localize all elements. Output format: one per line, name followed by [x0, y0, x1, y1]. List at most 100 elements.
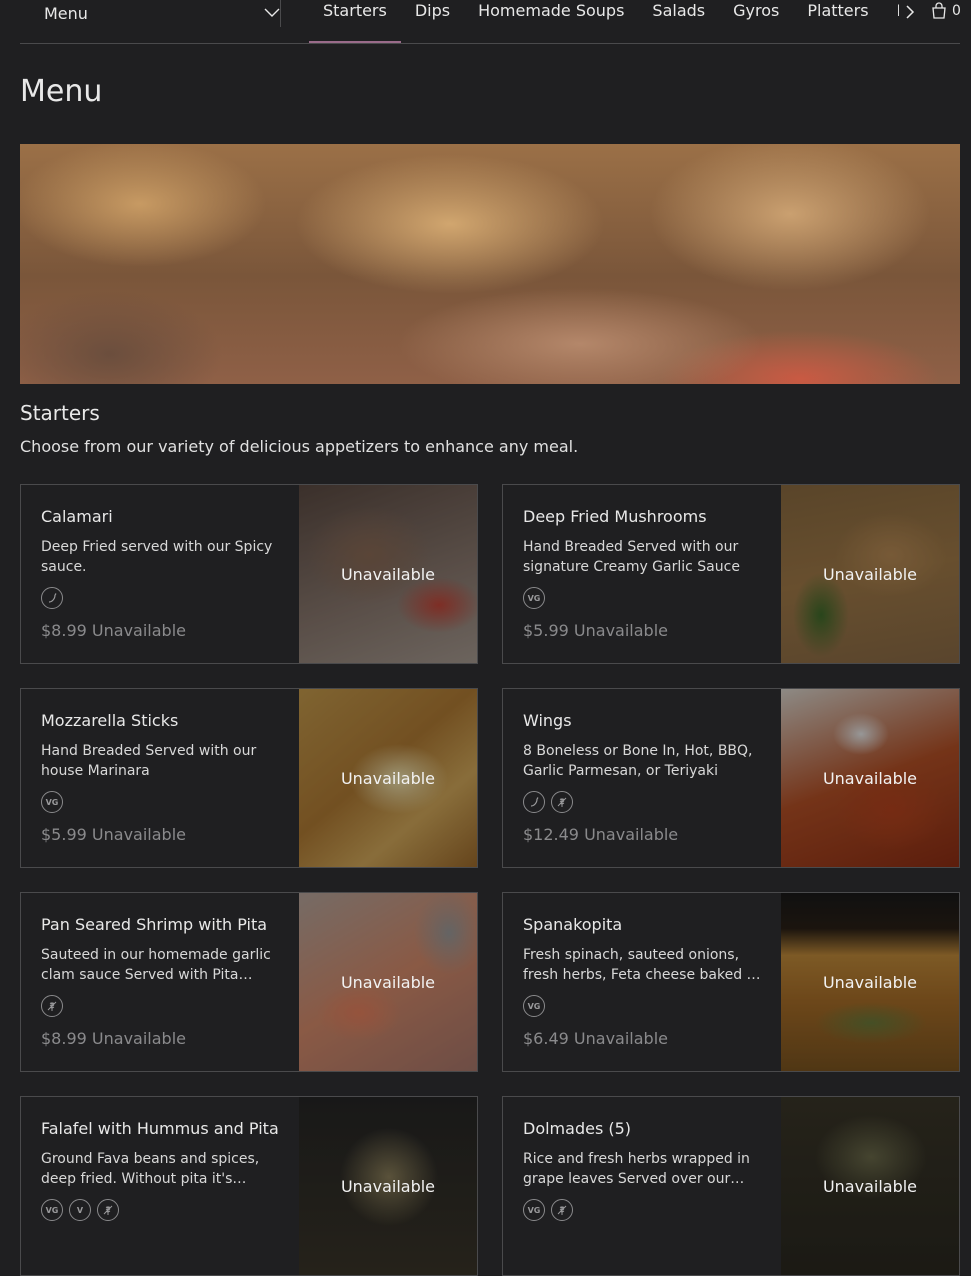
- dietary-badges: VG: [523, 587, 545, 609]
- price-status: $6.49 Unavailable: [523, 1029, 668, 1048]
- vegetarian-badge: VG: [523, 587, 545, 609]
- page-title: Menu: [20, 74, 103, 109]
- menu-selector-label: Menu: [44, 3, 88, 23]
- item-description: Deep Fried served with our Spicy sauce.: [41, 539, 273, 575]
- item-price: $12.49: [523, 825, 579, 844]
- item-status: Unavailable: [91, 621, 186, 640]
- item-image: Unavailable: [781, 1097, 959, 1275]
- vegetarian-badge: VG: [523, 995, 545, 1017]
- dietary-badges: VG: [523, 995, 545, 1017]
- item-name: Spanakopita: [523, 915, 623, 934]
- spicy-icon: [41, 587, 63, 609]
- shopping-bag-icon: [932, 2, 946, 19]
- dietary-badges: [523, 791, 573, 813]
- item-image: Unavailable: [781, 893, 959, 1071]
- menu-item-card[interactable]: Deep Fried Mushrooms Hand Breaded Served …: [502, 484, 960, 664]
- unavailable-label: Unavailable: [340, 564, 436, 584]
- unavailable-overlay: Unavailable: [299, 485, 477, 663]
- cart-count: 0: [952, 3, 961, 19]
- unavailable-overlay: Unavailable: [299, 689, 477, 867]
- unavailable-overlay: Unavailable: [781, 1097, 959, 1275]
- price-status: $12.49 Unavailable: [523, 825, 678, 844]
- item-price: $8.99: [41, 621, 87, 640]
- tab-starters[interactable]: Starters: [309, 0, 401, 43]
- menu-item-card[interactable]: Pan Seared Shrimp with Pita Sauteed in ou…: [20, 892, 478, 1072]
- tab-dips[interactable]: Dips: [401, 0, 464, 43]
- gluten-free-icon: [551, 1199, 573, 1221]
- item-description: Sauteed in our homemade garlic clam sauc…: [41, 947, 271, 983]
- unavailable-label: Unavailable: [822, 1176, 918, 1196]
- vegetarian-badge: VG: [523, 1199, 545, 1221]
- dietary-badges: [41, 587, 63, 609]
- item-description: Fresh spinach, sauteed onions, fresh her…: [523, 947, 760, 983]
- item-description: Rice and fresh herbs wrapped in grape le…: [523, 1151, 750, 1187]
- menu-item-card[interactable]: Wings 8 Boneless or Bone In, Hot, BBQ, Ga…: [502, 688, 960, 868]
- unavailable-label: Unavailable: [340, 972, 436, 992]
- hero-image: [20, 144, 960, 384]
- item-image: Unavailable: [299, 1097, 477, 1275]
- item-description: 8 Boneless or Bone In, Hot, BBQ, Garlic …: [523, 743, 753, 779]
- dietary-badges: VG: [41, 791, 63, 813]
- nav-divider: [280, 0, 281, 27]
- vegetarian-badge: VG: [41, 1199, 63, 1221]
- item-description: Hand Breaded Served with our house Marin…: [41, 743, 257, 779]
- dietary-badges: [41, 995, 63, 1017]
- price-status: $8.99 Unavailable: [41, 1029, 186, 1048]
- unavailable-overlay: Unavailable: [781, 893, 959, 1071]
- category-tabs: Starters Dips Homemade Soups Salads Gyros Pla…: [309, 0, 899, 43]
- vegan-badge: V: [69, 1199, 91, 1221]
- unavailable-label: Unavailable: [822, 972, 918, 992]
- tab-platters[interactable]: Platters: [793, 0, 882, 43]
- vegetarian-badge: VG: [41, 791, 63, 813]
- item-price: $5.99: [523, 621, 569, 640]
- item-image: Unavailable: [299, 893, 477, 1071]
- tab-homemade-soups[interactable]: Homemade Soups: [464, 0, 638, 43]
- item-image: Unavailable: [781, 485, 959, 663]
- dietary-badges: VG: [523, 1199, 573, 1221]
- cart-button[interactable]: 0: [930, 2, 961, 20]
- tab-salads[interactable]: Salads: [638, 0, 719, 43]
- item-name: Pan Seared Shrimp with Pita: [41, 915, 268, 934]
- item-price: $5.99: [41, 825, 87, 844]
- section-description: Choose from our variety of delicious app…: [20, 437, 579, 456]
- menu-item-card[interactable]: Falafel with Hummus and Pita Ground Fava …: [20, 1096, 478, 1276]
- gluten-free-icon: [97, 1199, 119, 1221]
- unavailable-label: Unavailable: [822, 564, 918, 584]
- item-description: Hand Breaded Served with our signature C…: [523, 539, 740, 575]
- item-image: Unavailable: [299, 485, 477, 663]
- item-status: Unavailable: [91, 825, 186, 844]
- unavailable-overlay: Unavailable: [781, 689, 959, 867]
- item-status: Unavailable: [573, 1029, 668, 1048]
- tab-pa[interactable]: Pa: [883, 0, 899, 43]
- item-name: Calamari: [41, 507, 113, 526]
- menu-item-card[interactable]: Dolmades (5) Rice and fresh herbs wrapped…: [502, 1096, 960, 1276]
- item-image: Unavailable: [781, 689, 959, 867]
- item-name: Wings: [523, 711, 572, 730]
- menu-item-card[interactable]: Spanakopita Fresh spinach, sauteed onions…: [502, 892, 960, 1072]
- chevron-right-icon[interactable]: [902, 4, 918, 20]
- price-status: $5.99 Unavailable: [523, 621, 668, 640]
- unavailable-overlay: Unavailable: [299, 1097, 477, 1275]
- item-status: Unavailable: [584, 825, 679, 844]
- unavailable-label: Unavailable: [340, 1176, 436, 1196]
- item-price: $8.99: [41, 1029, 87, 1048]
- price-status: $8.99 Unavailable: [41, 621, 186, 640]
- menu-item-card[interactable]: Calamari Deep Fried served with our Spicy…: [20, 484, 478, 664]
- top-navigation: Menu Starters Dips Homemade Soups Salads Gyr…: [20, 0, 961, 44]
- item-name: Falafel with Hummus and Pita: [41, 1119, 279, 1138]
- spicy-icon: [523, 791, 545, 813]
- gluten-free-icon: [41, 995, 63, 1017]
- item-image: Unavailable: [299, 689, 477, 867]
- item-price: $6.49: [523, 1029, 569, 1048]
- tab-gyros[interactable]: Gyros: [719, 0, 793, 43]
- item-status: Unavailable: [91, 1029, 186, 1048]
- menu-selector-dropdown[interactable]: Menu: [44, 0, 280, 26]
- unavailable-label: Unavailable: [822, 768, 918, 788]
- dietary-badges: VG V: [41, 1199, 119, 1221]
- unavailable-overlay: Unavailable: [299, 893, 477, 1071]
- chevron-down-icon: [264, 8, 280, 17]
- item-status: Unavailable: [573, 621, 668, 640]
- menu-item-card[interactable]: Mozzarella Sticks Hand Breaded Served wit…: [20, 688, 478, 868]
- item-description: Ground Fava beans and spices, deep fried…: [41, 1151, 260, 1187]
- item-name: Deep Fried Mushrooms: [523, 507, 707, 526]
